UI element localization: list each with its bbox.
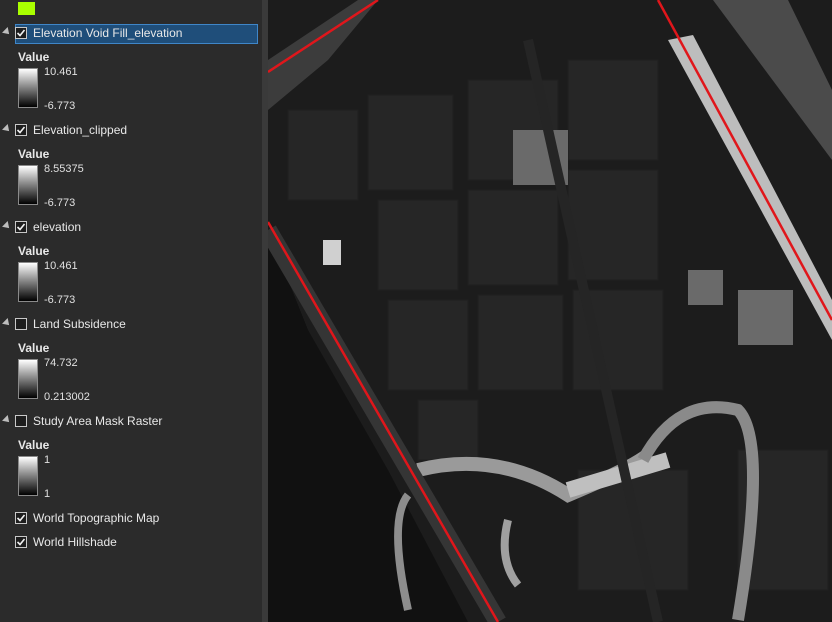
layer-visibility-checkbox[interactable] <box>15 318 27 330</box>
layer-visibility-checkbox[interactable] <box>15 221 27 233</box>
legend-title: Value <box>18 147 50 161</box>
color-ramp[interactable] <box>18 456 38 496</box>
legend-max-value: 10.461 <box>44 260 78 272</box>
map-view[interactable] <box>268 0 832 622</box>
legend-min-value: 0.213002 <box>44 391 90 403</box>
layer-visibility-checkbox[interactable] <box>15 27 27 39</box>
legend-max-value: 74.732 <box>44 357 78 369</box>
legend-min-value: -6.773 <box>44 294 76 306</box>
legend-min-value: -6.773 <box>44 197 76 209</box>
color-ramp[interactable] <box>18 359 38 399</box>
color-ramp[interactable] <box>18 68 38 108</box>
layer-row-elevation-clipped[interactable]: Elevation_clipped <box>0 121 262 143</box>
layer-visibility-checkbox[interactable] <box>15 124 27 136</box>
legend-min-value: 1 <box>44 488 51 500</box>
layer-name[interactable]: Study Area Mask Raster <box>33 414 162 428</box>
expand-chevron-icon[interactable] <box>2 415 12 425</box>
layer-name[interactable]: Elevation_clipped <box>33 123 127 137</box>
legend-title: Value <box>18 341 50 355</box>
symbol-swatch <box>18 2 35 15</box>
expand-chevron-icon[interactable] <box>2 318 12 328</box>
color-ramp[interactable] <box>18 165 38 205</box>
layer-name[interactable]: elevation <box>33 220 81 234</box>
legend-max-value: 10.461 <box>44 66 78 78</box>
expand-chevron-icon[interactable] <box>2 221 12 231</box>
expand-chevron-icon[interactable] <box>2 27 12 37</box>
legend-title: Value <box>18 438 50 452</box>
color-ramp[interactable] <box>18 262 38 302</box>
layer-row-elevation[interactable]: elevation <box>0 218 262 240</box>
expand-chevron-icon[interactable] <box>2 124 12 134</box>
layer-row-world-hillshade[interactable]: World Hillshade <box>0 533 262 555</box>
layer-name[interactable]: Land Subsidence <box>33 317 126 331</box>
legend-max-value: 8.55375 <box>44 163 84 175</box>
layer-visibility-checkbox[interactable] <box>15 536 27 548</box>
elevation-raster <box>268 0 832 622</box>
legend-max-value: 1 <box>44 454 51 466</box>
layer-row-world-topographic-map[interactable]: World Topographic Map <box>0 509 262 531</box>
legend-title: Value <box>18 244 50 258</box>
legend-min-value: -6.773 <box>44 100 76 112</box>
layer-name[interactable]: Elevation Void Fill_elevation <box>33 26 182 40</box>
layer-name[interactable]: World Hillshade <box>33 535 117 549</box>
layer-visibility-checkbox[interactable] <box>15 415 27 427</box>
legend-title: Value <box>18 50 50 64</box>
layer-name[interactable]: World Topographic Map <box>33 511 159 525</box>
contents-pane: Elevation Void Fill_elevation Value 10.4… <box>0 0 262 622</box>
layer-row-elevation-void-fill[interactable]: Elevation Void Fill_elevation <box>0 24 262 46</box>
layer-row-land-subsidence[interactable]: Land Subsidence <box>0 315 262 337</box>
layer-visibility-checkbox[interactable] <box>15 512 27 524</box>
layer-row-study-area-mask[interactable]: Study Area Mask Raster <box>0 412 262 434</box>
